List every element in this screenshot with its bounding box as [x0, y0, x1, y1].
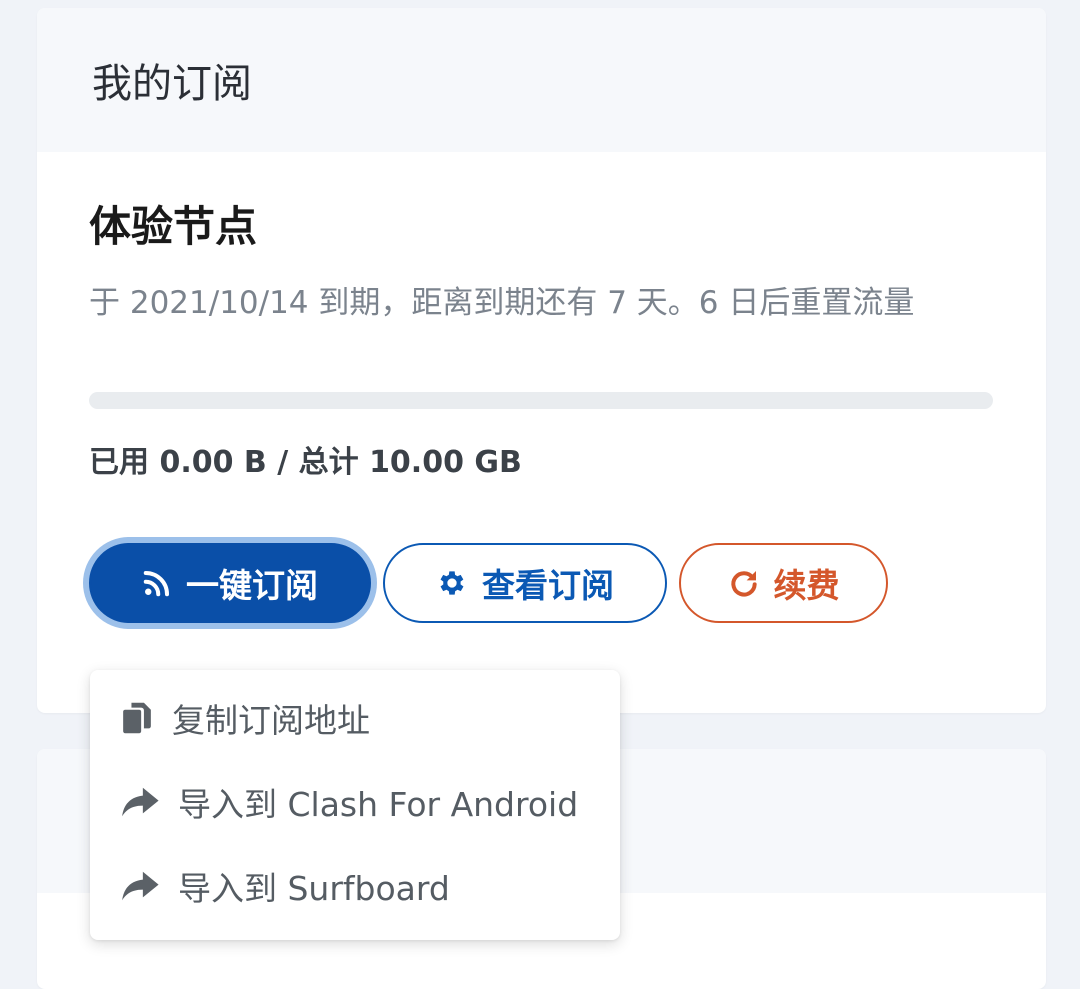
usage-text: 已用 0.00 B / 总计 10.00 GB: [89, 445, 522, 480]
action-buttons: 一键订阅 查看订阅 续费: [89, 543, 994, 623]
subscribe-dropdown-menu: 复制订阅地址 导入到 Clash For Android 导入到 Surfboa…: [90, 670, 620, 940]
card-title: 我的订阅: [92, 61, 252, 107]
copy-icon: [120, 700, 154, 736]
plan-description: 于 2021/10/14 到期，距离到期还有 7 天。6 日后重置流量: [89, 285, 915, 321]
view-subscription-button[interactable]: 查看订阅: [383, 543, 667, 623]
one-click-subscribe-label: 一键订阅: [186, 566, 318, 605]
share-icon: [120, 870, 160, 902]
rss-icon: [142, 568, 172, 598]
share-icon: [120, 786, 160, 818]
copy-subscription-url-item[interactable]: 复制订阅地址: [90, 676, 620, 760]
subscription-card: 我的订阅 体验节点 于 2021/10/14 到期，距离到期还有 7 天。6 日…: [37, 8, 1046, 713]
redo-icon: [728, 567, 760, 599]
renew-label: 续费: [773, 566, 840, 605]
import-surfboard-item[interactable]: 导入到 Surfboard: [90, 844, 620, 928]
one-click-subscribe-button[interactable]: 一键订阅: [89, 543, 371, 623]
import-surfboard-label: 导入到 Surfboard: [178, 869, 450, 908]
import-clash-label: 导入到 Clash For Android: [178, 785, 579, 824]
copy-subscription-url-label: 复制订阅地址: [172, 701, 370, 740]
usage-progress-bar: [89, 392, 993, 409]
renew-button[interactable]: 续费: [679, 543, 888, 623]
gear-icon: [436, 567, 468, 599]
import-clash-item[interactable]: 导入到 Clash For Android: [90, 760, 620, 844]
view-subscription-label: 查看订阅: [482, 566, 614, 605]
plan-name: 体验节点: [89, 202, 258, 251]
card-header: 我的订阅: [37, 8, 1046, 152]
card-body: 体验节点 于 2021/10/14 到期，距离到期还有 7 天。6 日后重置流量…: [37, 152, 1046, 623]
